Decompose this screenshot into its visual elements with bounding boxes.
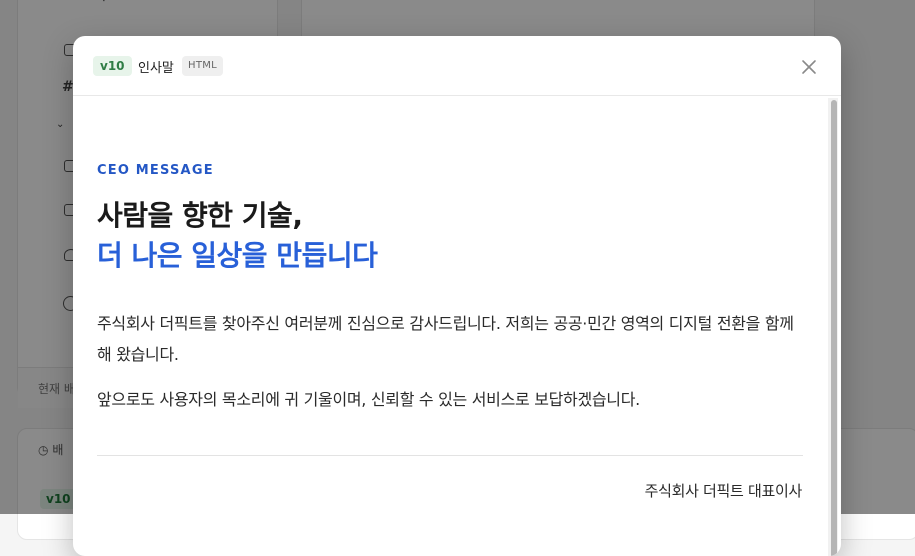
modal-title: 인사말 bbox=[138, 61, 174, 76]
body-paragraph-1: 주식회사 더픽트를 찾아주신 여러분께 진심으로 감사드립니다. 저희는 공공·… bbox=[97, 314, 794, 364]
format-badge: HTML bbox=[182, 56, 224, 76]
headline-line-1: 사람을 향한 기술, bbox=[97, 199, 303, 232]
close-button[interactable] bbox=[797, 56, 821, 78]
headline-line-2: 더 나은 일상을 만듭니다 bbox=[97, 239, 378, 272]
preview-modal: v10 인사말 HTML CEO MESSAGE 사람을 향한 기술, 더 나은… bbox=[73, 36, 841, 556]
close-icon bbox=[802, 60, 816, 74]
modal-header: v10 인사말 HTML bbox=[73, 36, 841, 96]
eyebrow-label: CEO MESSAGE bbox=[97, 163, 214, 178]
version-badge: v10 bbox=[93, 56, 132, 76]
divider bbox=[97, 455, 803, 456]
signature: 주식회사 더픽트 대표이사 bbox=[644, 482, 803, 500]
body-paragraph-2: 앞으로도 사용자의 목소리에 귀 기울이며, 신뢰할 수 있는 서비스로 보답하… bbox=[97, 390, 640, 409]
scrollbar-thumb[interactable] bbox=[831, 100, 837, 556]
